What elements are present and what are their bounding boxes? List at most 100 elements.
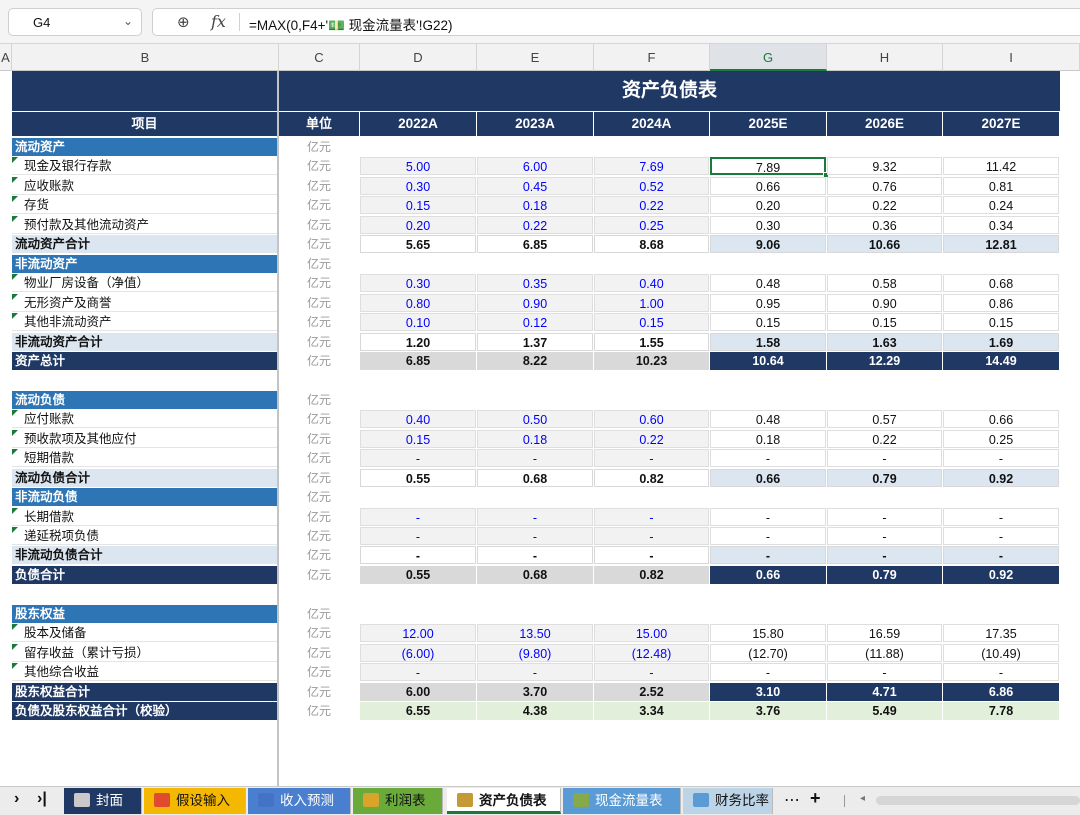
value-cell[interactable]: 0.55: [360, 566, 476, 584]
value-cell[interactable]: (10.49): [943, 644, 1059, 662]
value-cell[interactable]: 0.20: [360, 216, 476, 234]
value-cell[interactable]: 0.81: [943, 177, 1059, 195]
value-cell[interactable]: 15.00: [594, 624, 709, 642]
sheet-tab-4[interactable]: 利润表: [353, 788, 443, 814]
value-cell[interactable]: [827, 138, 942, 156]
row-label[interactable]: 应付账款: [12, 410, 277, 428]
row-label[interactable]: 预收款项及其他应付: [12, 430, 277, 448]
column-header-i[interactable]: I: [943, 44, 1080, 71]
value-cell[interactable]: 6.00: [360, 683, 476, 701]
value-cell[interactable]: -: [710, 546, 826, 564]
zoom-icon[interactable]: ⊕: [177, 13, 190, 31]
value-cell[interactable]: -: [360, 508, 476, 526]
value-cell[interactable]: 17.35: [943, 624, 1059, 642]
row-label[interactable]: 无形资产及商誉: [12, 294, 277, 312]
formula-text[interactable]: =MAX(0,F4+'💵 现金流量表'!G22): [249, 14, 453, 34]
value-cell[interactable]: [827, 391, 942, 409]
column-header-c[interactable]: C: [279, 44, 360, 71]
value-cell[interactable]: 0.18: [710, 430, 826, 448]
function-icon[interactable]: fx: [211, 12, 226, 31]
row-label[interactable]: 非流动资产: [12, 255, 277, 273]
value-cell[interactable]: 0.35: [477, 274, 593, 292]
value-cell[interactable]: -: [827, 508, 942, 526]
value-cell[interactable]: 0.90: [827, 294, 942, 312]
value-cell[interactable]: [594, 488, 709, 506]
value-cell[interactable]: [477, 605, 593, 623]
value-cell[interactable]: [477, 488, 593, 506]
value-cell[interactable]: [943, 255, 1059, 273]
value-cell[interactable]: 1.69: [943, 333, 1059, 351]
value-cell[interactable]: (6.00): [360, 644, 476, 662]
value-cell[interactable]: 1.20: [360, 333, 476, 351]
value-cell[interactable]: 0.92: [943, 469, 1059, 487]
value-cell[interactable]: 14.49: [943, 352, 1059, 370]
value-cell[interactable]: [477, 255, 593, 273]
value-cell[interactable]: 0.76: [827, 177, 942, 195]
value-cell[interactable]: 13.50: [477, 624, 593, 642]
value-cell[interactable]: 3.76: [710, 702, 826, 720]
value-cell[interactable]: 0.79: [827, 469, 942, 487]
value-cell[interactable]: 0.24: [943, 196, 1059, 214]
value-cell[interactable]: -: [943, 508, 1059, 526]
value-cell[interactable]: (12.48): [594, 644, 709, 662]
value-cell[interactable]: [360, 391, 476, 409]
row-label[interactable]: 负债合计: [12, 566, 277, 584]
value-cell[interactable]: -: [477, 508, 593, 526]
value-cell[interactable]: 0.15: [594, 313, 709, 331]
value-cell[interactable]: 0.82: [594, 566, 709, 584]
row-label[interactable]: 存货: [12, 196, 277, 214]
value-cell[interactable]: 0.95: [710, 294, 826, 312]
horizontal-scrollbar[interactable]: [876, 796, 1080, 805]
column-header-f[interactable]: F: [594, 44, 710, 71]
value-cell[interactable]: -: [943, 449, 1059, 467]
value-cell[interactable]: 0.68: [477, 566, 593, 584]
value-cell[interactable]: [594, 138, 709, 156]
value-cell[interactable]: [710, 605, 826, 623]
value-cell[interactable]: 0.20: [710, 196, 826, 214]
value-cell[interactable]: 0.25: [943, 430, 1059, 448]
value-cell[interactable]: 8.22: [477, 352, 593, 370]
value-cell[interactable]: 5.00: [360, 157, 476, 175]
value-cell[interactable]: [710, 488, 826, 506]
value-cell[interactable]: 12.29: [827, 352, 942, 370]
row-label[interactable]: 股本及储备: [12, 624, 277, 642]
value-cell[interactable]: 10.23: [594, 352, 709, 370]
value-cell[interactable]: 6.55: [360, 702, 476, 720]
value-cell[interactable]: 0.15: [360, 430, 476, 448]
next-sheet-button[interactable]: ›: [14, 790, 19, 808]
value-cell[interactable]: [360, 255, 476, 273]
row-label[interactable]: 非流动负债: [12, 488, 277, 506]
row-label[interactable]: 留存收益（累计亏损）: [12, 644, 277, 662]
value-cell[interactable]: 0.52: [594, 177, 709, 195]
value-cell[interactable]: 12.00: [360, 624, 476, 642]
row-label[interactable]: 资产总计: [12, 352, 277, 370]
value-cell[interactable]: 3.34: [594, 702, 709, 720]
row-label[interactable]: 其他综合收益: [12, 663, 277, 681]
value-cell[interactable]: 1.58: [710, 333, 826, 351]
row-label[interactable]: 非流动负债合计: [12, 546, 277, 564]
row-label[interactable]: 递延税项负债: [12, 527, 277, 545]
sheet-tab-6[interactable]: 现金流量表: [563, 788, 681, 814]
value-cell[interactable]: 0.22: [477, 216, 593, 234]
value-cell[interactable]: 8.68: [594, 235, 709, 253]
formula-input[interactable]: ⊕ fx =MAX(0,F4+'💵 现金流量表'!G22): [152, 8, 1080, 36]
value-cell[interactable]: 0.58: [827, 274, 942, 292]
value-cell[interactable]: 0.22: [594, 430, 709, 448]
value-cell[interactable]: 0.92: [943, 566, 1059, 584]
column-header-e[interactable]: E: [477, 44, 594, 71]
value-cell[interactable]: 6.00: [477, 157, 593, 175]
value-cell[interactable]: 0.22: [827, 196, 942, 214]
column-header-d[interactable]: D: [360, 44, 477, 71]
value-cell[interactable]: 0.50: [477, 410, 593, 428]
more-sheets-button[interactable]: ⋯: [784, 790, 800, 810]
sheet-tab-3[interactable]: 收入预测: [248, 788, 351, 814]
value-cell[interactable]: 9.06: [710, 235, 826, 253]
value-cell[interactable]: -: [477, 449, 593, 467]
value-cell[interactable]: -: [710, 449, 826, 467]
value-cell[interactable]: -: [477, 546, 593, 564]
value-cell[interactable]: 6.85: [360, 352, 476, 370]
value-cell[interactable]: -: [360, 527, 476, 545]
chevron-down-icon[interactable]: ⌄: [123, 14, 133, 28]
value-cell[interactable]: [594, 255, 709, 273]
value-cell[interactable]: -: [594, 508, 709, 526]
